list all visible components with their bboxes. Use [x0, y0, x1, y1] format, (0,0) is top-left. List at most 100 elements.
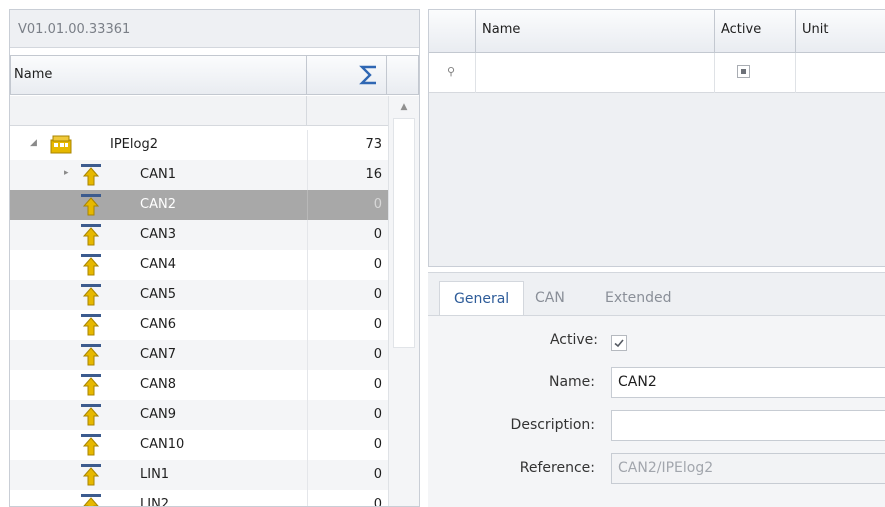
bus-channel-icon [80, 463, 102, 487]
active-column-header[interactable]: Active [715, 10, 796, 53]
scroll-up-icon[interactable]: ▲ [389, 96, 419, 114]
tree-header-row: Name [10, 55, 419, 95]
device-icon [50, 133, 72, 157]
reference-field: CAN2/IPElog2 [611, 453, 885, 484]
bus-channel-icon [80, 193, 102, 217]
active-filter-cell[interactable] [715, 53, 796, 93]
tree-row-label: LIN2 [140, 497, 170, 507]
bus-channel-icon [80, 163, 102, 187]
bus-channel-icon [80, 403, 102, 427]
bus-channel-icon [80, 493, 102, 506]
indicator-column-header [429, 10, 476, 53]
tree-row-count: 0 [307, 340, 388, 370]
name-filter-cell[interactable] [10, 96, 307, 126]
tree-row-count: 0 [307, 460, 388, 490]
tree-name-cell[interactable]: ▸ CAN1 [10, 160, 307, 190]
tree-row-label: CAN3 [140, 227, 176, 242]
tree-row[interactable]: CAN3 0 [10, 220, 388, 250]
tree-row[interactable]: CAN5 0 [10, 280, 388, 310]
signal-grid-filter-row[interactable]: ⚲ [429, 53, 885, 93]
tree-name-cell[interactable]: CAN2 [10, 190, 307, 220]
tree-row[interactable]: CAN10 0 [10, 430, 388, 460]
bus-channel-icon [80, 433, 102, 457]
bus-channel-icon [80, 223, 102, 247]
signal-tree: ◢ IPElog2 73 ▸ CAN1 16 CAN2 0 CAN3 0 CAN4 0 CAN5 0 CAN… [10, 130, 388, 507]
bus-channel-icon [80, 343, 102, 367]
tree-row-label: CAN5 [140, 287, 176, 302]
expand-icon[interactable]: ▸ [64, 168, 69, 178]
tree-name-cell[interactable]: CAN4 [10, 250, 307, 280]
tree-row-count: 0 [307, 490, 388, 506]
tree-row[interactable]: LIN1 0 [10, 460, 388, 490]
tree-row-label: CAN4 [140, 257, 176, 272]
signal-tree-panel: V01.01.00.33361 Name ▲ ◢ IPElog2 73 ▸ CAN1 16… [9, 9, 420, 507]
tree-row[interactable]: CAN9 0 [10, 400, 388, 430]
tree-row-count: 0 [307, 280, 388, 310]
description-label: Description: [510, 417, 595, 433]
tree-row[interactable]: CAN7 0 [10, 340, 388, 370]
tree-row[interactable]: ◢ IPElog2 73 [10, 130, 388, 160]
unit-column-header[interactable]: Unit [796, 10, 885, 53]
tree-row-label: CAN2 [140, 197, 176, 212]
tree-row-label: CAN9 [140, 407, 176, 422]
collapse-icon[interactable]: ◢ [30, 138, 37, 148]
name-label: Name: [548, 374, 595, 390]
signal-grid: Name Active Unit ⚲ [428, 9, 885, 267]
name-column-header[interactable]: Name [476, 10, 715, 53]
active-label: Active: [549, 332, 598, 348]
tree-row-label: LIN1 [140, 467, 170, 482]
tree-name-cell[interactable]: ◢ IPElog2 [10, 130, 307, 160]
scrollbar-thumb[interactable] [393, 118, 415, 348]
active-checkbox[interactable] [611, 335, 627, 351]
tree-row[interactable]: CAN2 0 [10, 190, 388, 220]
vertical-scrollbar[interactable]: ▲ [388, 96, 419, 506]
bus-channel-icon [80, 253, 102, 277]
tab-can[interactable]: CAN [521, 281, 579, 315]
tree-name-cell[interactable]: CAN10 [10, 430, 307, 460]
tree-name-cell[interactable]: CAN8 [10, 370, 307, 400]
tree-row-label: CAN7 [140, 347, 176, 362]
tree-row[interactable]: CAN8 0 [10, 370, 388, 400]
tree-filter-row[interactable] [10, 96, 388, 126]
description-field[interactable] [611, 410, 885, 441]
tree-row-count: 0 [307, 220, 388, 250]
active-filter-checkbox[interactable] [737, 65, 750, 78]
sum-column-header[interactable] [307, 55, 387, 95]
tree-row-count: 0 [307, 250, 388, 280]
tree-row-label: CAN1 [140, 167, 176, 182]
name-field[interactable]: CAN2 [611, 367, 885, 398]
name-filter-cell[interactable] [476, 53, 715, 93]
tree-row-label: IPElog2 [110, 137, 158, 152]
tree-row[interactable]: CAN6 0 [10, 310, 388, 340]
name-column-header[interactable]: Name [10, 55, 307, 95]
tree-row-count: 0 [307, 370, 388, 400]
tree-row-count: 0 [307, 190, 388, 220]
detail-panel: General CAN Extended Active: Name: CAN2 … [428, 272, 885, 507]
pin-icon: ⚲ [447, 65, 456, 78]
tree-row[interactable]: CAN4 0 [10, 250, 388, 280]
general-tab-content: Active: Name: CAN2 Description: Referenc… [428, 315, 885, 507]
tree-row[interactable]: ▸ CAN1 16 [10, 160, 388, 190]
bus-channel-icon [80, 313, 102, 337]
tab-extended[interactable]: Extended [591, 281, 686, 315]
sigma-icon [359, 65, 376, 85]
tree-name-cell[interactable]: CAN6 [10, 310, 307, 340]
tree-row-count: 73 [307, 130, 388, 160]
tree-row[interactable]: LIN2 0 [10, 490, 388, 507]
tree-name-cell[interactable]: CAN9 [10, 400, 307, 430]
tree-row-count: 0 [307, 430, 388, 460]
tree-row-label: CAN6 [140, 317, 176, 332]
unit-filter-cell[interactable] [796, 53, 885, 93]
tree-name-cell[interactable]: CAN3 [10, 220, 307, 250]
tree-name-cell[interactable]: LIN2 [10, 490, 307, 507]
tree-row-count: 0 [307, 400, 388, 430]
checkmark-icon [614, 339, 624, 348]
tree-name-cell[interactable]: CAN5 [10, 280, 307, 310]
sum-filter-cell[interactable] [307, 96, 388, 126]
tree-name-cell[interactable]: LIN1 [10, 460, 307, 490]
tree-name-cell[interactable]: CAN7 [10, 340, 307, 370]
tab-general[interactable]: General [439, 281, 525, 315]
signal-grid-header: Name Active Unit [429, 10, 885, 53]
detail-tabs: General CAN Extended [428, 273, 885, 315]
header-corner [387, 55, 419, 95]
